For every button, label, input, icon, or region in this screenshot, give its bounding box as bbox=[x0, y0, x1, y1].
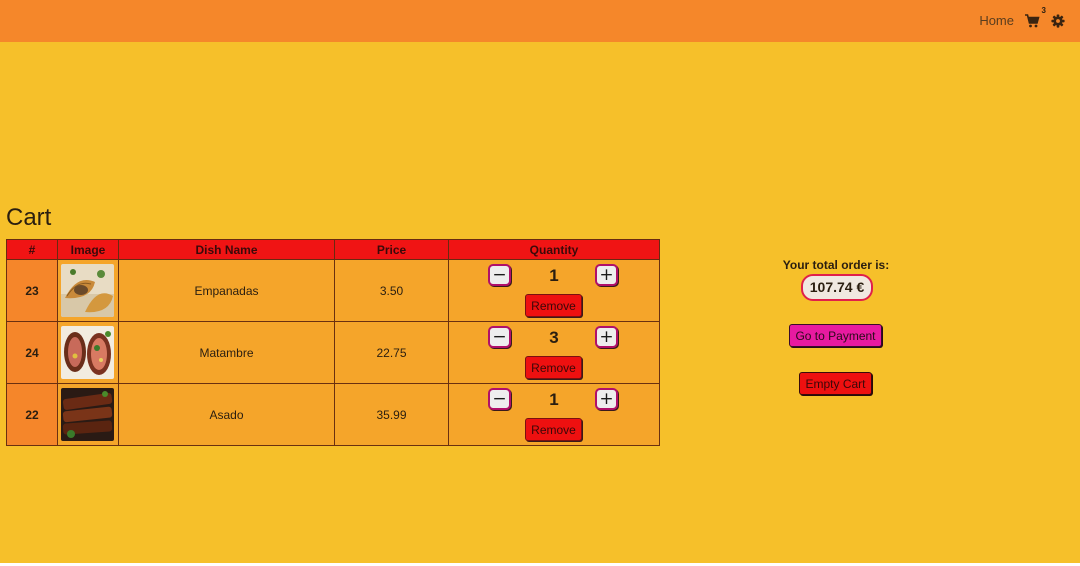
row-price: 35.99 bbox=[334, 383, 449, 446]
row-quantity-cell: − 3 + Remove bbox=[448, 321, 660, 384]
table-row: 23 Empanadas 3.50 − 1 + Remove bbox=[6, 259, 660, 322]
quantity-value: 3 bbox=[549, 328, 559, 347]
quantity-value: 1 bbox=[549, 390, 559, 409]
row-image-cell bbox=[57, 259, 119, 322]
row-image-cell bbox=[57, 383, 119, 446]
row-image-cell bbox=[57, 321, 119, 384]
decrease-quantity-button[interactable]: − bbox=[488, 326, 511, 348]
asado-image bbox=[61, 388, 114, 441]
cart-table: # Image Dish Name Price Quantity 23 Empa… bbox=[6, 239, 660, 446]
increase-quantity-button[interactable]: + bbox=[595, 326, 618, 348]
row-quantity-cell: − 1 + Remove bbox=[448, 383, 660, 446]
matambre-image bbox=[61, 326, 114, 379]
total-amount-badge: 107.74 € bbox=[801, 274, 873, 301]
row-dish-name: Empanadas bbox=[118, 259, 335, 322]
header-price: Price bbox=[334, 239, 449, 260]
row-id: 22 bbox=[6, 383, 58, 446]
header-id: # bbox=[6, 239, 58, 260]
table-row: 24 Matambre 22.75 − 3 + Remove bbox=[6, 321, 660, 384]
row-price: 3.50 bbox=[334, 259, 449, 322]
increase-quantity-button[interactable]: + bbox=[595, 264, 618, 286]
header-image: Image bbox=[57, 239, 119, 260]
row-id: 24 bbox=[6, 321, 58, 384]
row-quantity-cell: − 1 + Remove bbox=[448, 259, 660, 322]
quantity-value: 1 bbox=[549, 266, 559, 285]
nav-home-link[interactable]: Home bbox=[979, 13, 1014, 28]
total-order-label: Your total order is: bbox=[782, 258, 890, 272]
cart-count-badge: 3 bbox=[1041, 6, 1046, 15]
row-id: 23 bbox=[6, 259, 58, 322]
table-row: 22 Asado 35.99 − 1 + Remove bbox=[6, 383, 660, 446]
cart-icon[interactable] bbox=[1024, 13, 1040, 29]
empty-cart-button[interactable]: Empty Cart bbox=[799, 372, 872, 395]
remove-button[interactable]: Remove bbox=[525, 418, 582, 441]
row-dish-name: Matambre bbox=[118, 321, 335, 384]
header-quantity: Quantity bbox=[448, 239, 660, 260]
go-to-payment-button[interactable]: Go to Payment bbox=[789, 324, 882, 347]
remove-button[interactable]: Remove bbox=[525, 356, 582, 379]
remove-button[interactable]: Remove bbox=[525, 294, 582, 317]
empanadas-image bbox=[61, 264, 114, 317]
table-header-row: # Image Dish Name Price Quantity bbox=[6, 239, 660, 260]
row-dish-name: Asado bbox=[118, 383, 335, 446]
header-dish-name: Dish Name bbox=[118, 239, 335, 260]
page-title: Cart bbox=[6, 204, 52, 231]
navbar: Home 3 bbox=[0, 0, 1080, 42]
increase-quantity-button[interactable]: + bbox=[595, 388, 618, 410]
decrease-quantity-button[interactable]: − bbox=[488, 388, 511, 410]
decrease-quantity-button[interactable]: − bbox=[488, 264, 511, 286]
row-price: 22.75 bbox=[334, 321, 449, 384]
gear-icon[interactable] bbox=[1051, 14, 1065, 28]
